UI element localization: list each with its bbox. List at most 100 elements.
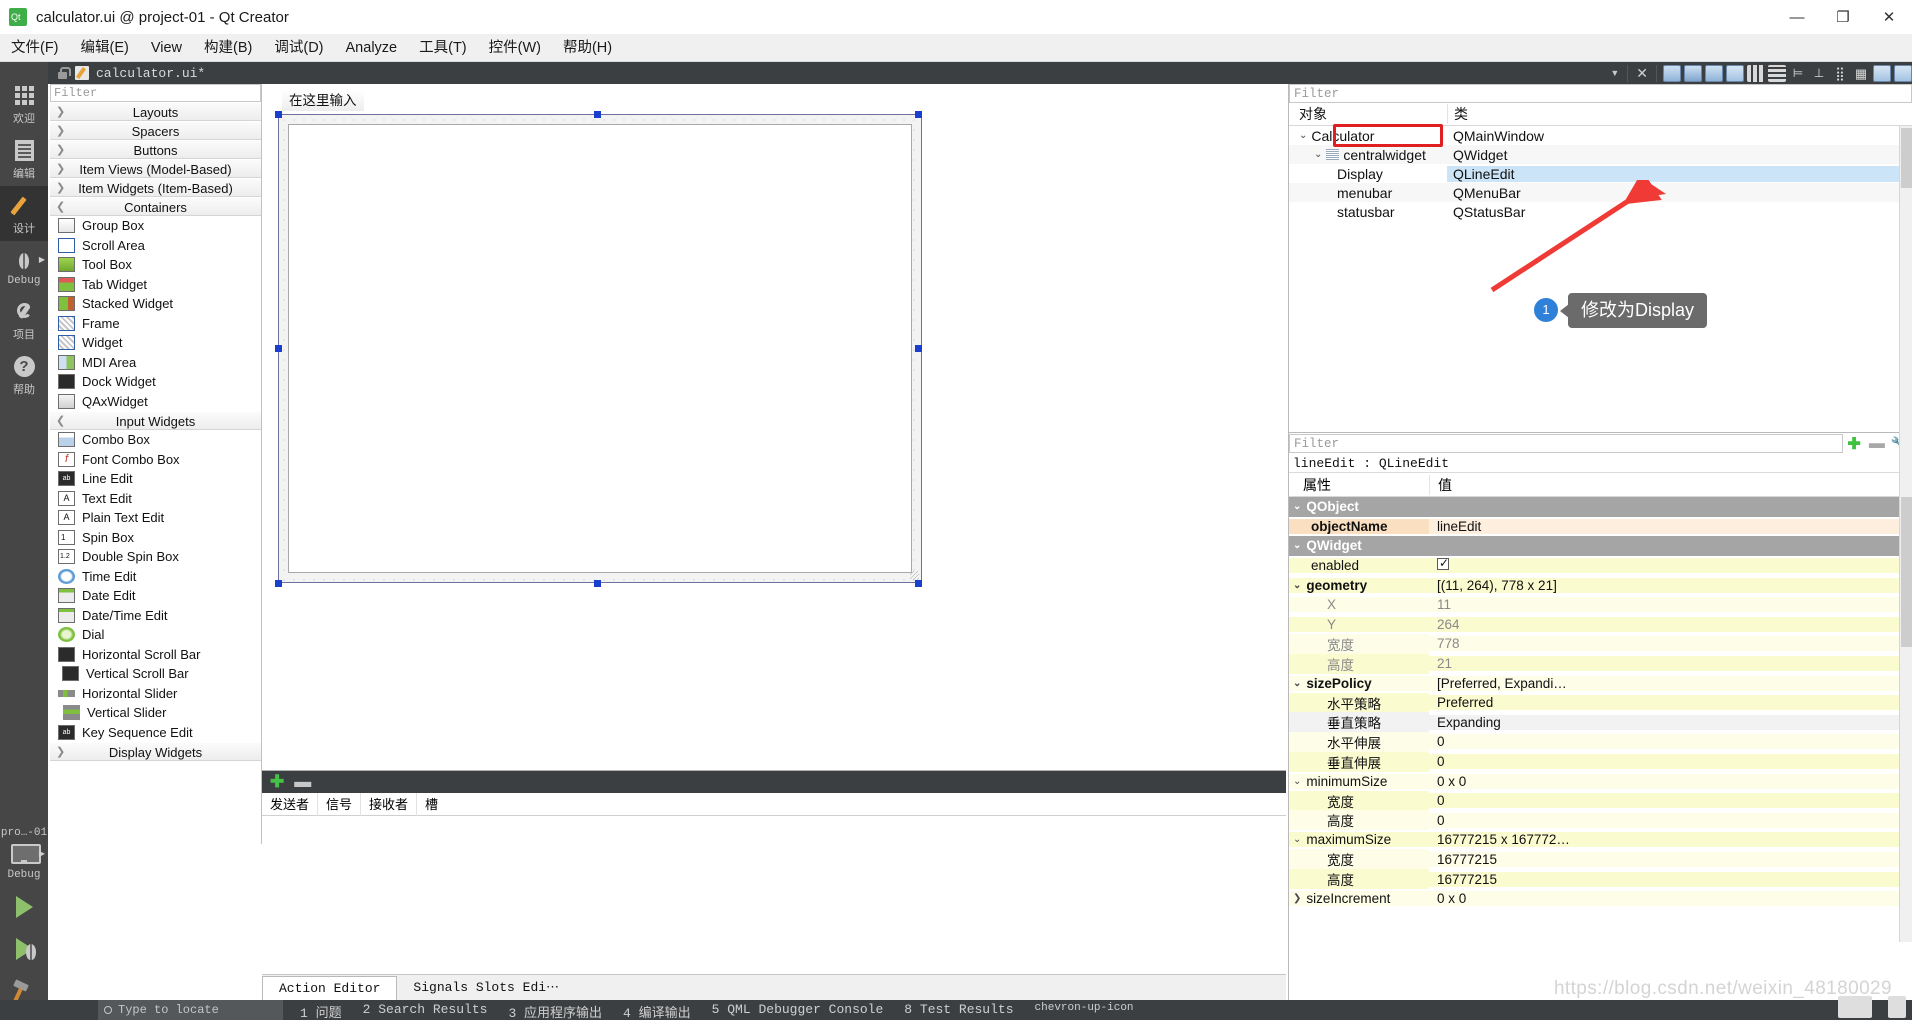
tab-action-editor[interactable]: Action Editor	[262, 976, 398, 1000]
widget-category-input-widgets[interactable]: ❮ Input Widgets	[50, 411, 261, 430]
widget-category-item-widgets[interactable]: ❯ Item Widgets (Item-Based)	[50, 178, 261, 197]
property-row-sizeincrement[interactable]: ❯ sizeIncrement 0 x 0	[1289, 889, 1912, 909]
widget-item-mdi-area[interactable]: MDI Area	[50, 353, 261, 373]
central-widget-area[interactable]	[278, 114, 922, 583]
property-row-minimumsize[interactable]: ⌄ minimumSize 0 x 0	[1289, 771, 1912, 791]
property-editor-scrollbar[interactable]	[1899, 422, 1912, 942]
object-inspector-scrollbar[interactable]	[1899, 126, 1912, 432]
selection-handle-mid-left[interactable]	[275, 345, 282, 352]
property-row-maximumsize[interactable]: ⌄ maximumSize 16777215 x 167772…	[1289, 830, 1912, 850]
plus-icon[interactable]: ✚	[270, 773, 284, 790]
property-row-vertical-policy[interactable]: 垂直策略 Expanding	[1289, 712, 1912, 733]
widget-item-date-edit[interactable]: Date Edit	[50, 586, 261, 606]
object-row-display[interactable]: Display QLineEdit	[1289, 164, 1912, 183]
debug-button[interactable]	[0, 928, 48, 970]
property-filter-input[interactable]: Filter	[1289, 434, 1844, 453]
selection-handle-top-left[interactable]	[275, 111, 282, 118]
chevron-down-icon[interactable]: ⌄	[1314, 149, 1322, 160]
layout-grid-icon[interactable]: ▦	[1852, 65, 1870, 82]
widget-item-key-sequence-edit[interactable]: ab Key Sequence Edit	[50, 723, 261, 743]
property-value[interactable]: 0	[1429, 812, 1912, 828]
central-widget-client[interactable]	[288, 124, 912, 573]
property-value[interactable]: [Preferred, Expandi…	[1429, 675, 1912, 691]
layout-splitter-v-icon[interactable]: ⊥	[1810, 65, 1828, 82]
widget-item-tab-widget[interactable]: Tab Widget	[50, 275, 261, 295]
property-row-objectname[interactable]: objectName lineEdit	[1289, 517, 1912, 537]
plus-icon[interactable]: ✚	[1843, 434, 1864, 454]
property-row-max-width[interactable]: 宽度 16777215	[1289, 849, 1912, 870]
column-signal[interactable]: 信号	[318, 792, 362, 816]
widget-item-frame[interactable]: Frame	[50, 314, 261, 334]
chevron-down-icon[interactable]: ⌄	[1293, 580, 1301, 591]
layout-vertical-icon[interactable]	[1768, 64, 1786, 82]
widget-box-filter-input[interactable]: Filter	[50, 84, 261, 102]
column-class[interactable]: 类	[1447, 104, 1912, 124]
menu-help[interactable]: 帮助(H)	[552, 35, 623, 62]
selection-handle-mid-right[interactable]	[915, 345, 922, 352]
chevron-right-icon[interactable]: ❯	[1293, 893, 1301, 904]
object-inspector-filter-input[interactable]: Filter	[1289, 84, 1912, 103]
widget-category-buttons[interactable]: ❯ Buttons	[50, 140, 261, 159]
column-receiver[interactable]: 接收者	[361, 792, 418, 816]
widget-item-vertical-slider[interactable]: Vertical Slider	[50, 703, 261, 723]
chevron-down-icon[interactable]: ⌄	[1293, 776, 1301, 787]
widget-item-line-edit[interactable]: ab Line Edit	[50, 469, 261, 489]
property-value[interactable]: 21	[1429, 656, 1912, 672]
layout-horizontal-icon[interactable]	[1747, 64, 1765, 82]
widget-category-display-widgets[interactable]: ❯ Display Widgets	[50, 742, 261, 761]
column-object[interactable]: 对象	[1289, 104, 1447, 124]
property-row-enabled[interactable]: enabled	[1289, 556, 1912, 576]
minus-icon[interactable]: ▬	[294, 773, 311, 790]
scrollbar-thumb[interactable]	[1901, 497, 1912, 647]
edit-buddies-icon[interactable]	[1705, 64, 1723, 82]
mode-edit[interactable]: 编辑	[0, 131, 48, 186]
menu-window[interactable]: 控件(W)	[478, 35, 552, 62]
kit-selector[interactable]: Debug ▶	[0, 839, 48, 886]
property-row-y[interactable]: Y 264	[1289, 615, 1912, 635]
property-value[interactable]: 16777215 x 167772…	[1429, 832, 1912, 848]
object-row-centralwidget[interactable]: ⌄ centralwidget QWidget	[1289, 145, 1912, 164]
property-row-max-height[interactable]: 高度 16777215	[1289, 869, 1912, 890]
widget-item-dock-widget[interactable]: Dock Widget	[50, 372, 261, 392]
property-row-min-height[interactable]: 高度 0	[1289, 810, 1912, 831]
mode-help[interactable]: ? 帮助	[0, 347, 48, 402]
property-row-x[interactable]: X 11	[1289, 595, 1912, 615]
output-pane-issues[interactable]: 1 问题	[300, 1002, 342, 1020]
widget-item-combo-box[interactable]: Combo Box	[50, 430, 261, 450]
property-row-height[interactable]: 高度 21	[1289, 653, 1912, 674]
property-row-horizontal-stretch[interactable]: 水平伸展 0	[1289, 731, 1912, 752]
selection-handle-top-right[interactable]	[915, 111, 922, 118]
mode-projects[interactable]: 项目	[0, 292, 48, 347]
output-pane-app-output[interactable]: 3 应用程序输出	[508, 1002, 602, 1020]
widget-item-spin-box[interactable]: 1 Spin Box	[50, 528, 261, 548]
widget-item-vertical-scroll-bar[interactable]: Vertical Scroll Bar	[50, 664, 261, 684]
property-group-qobject[interactable]: ⌄ QObject	[1289, 497, 1912, 517]
layout-splitter-h-icon[interactable]: ⊨	[1789, 65, 1807, 82]
property-value[interactable]: 0	[1429, 734, 1912, 750]
property-value[interactable]: 11	[1429, 597, 1912, 613]
property-value[interactable]: 0 x 0	[1429, 891, 1912, 907]
property-row-sizepolicy[interactable]: ⌄ sizePolicy [Preferred, Expandi…	[1289, 673, 1912, 693]
object-row-statusbar[interactable]: statusbar QStatusBar	[1289, 202, 1912, 221]
property-value[interactable]: Preferred	[1429, 695, 1912, 711]
mode-welcome[interactable]: 欢迎	[0, 76, 48, 131]
selection-handle-bot-right[interactable]	[915, 580, 922, 587]
output-pane-test-results[interactable]: 8 Test Results	[904, 1002, 1013, 1020]
layout-form-icon[interactable]: ⣿	[1831, 65, 1849, 82]
mode-debug[interactable]: Debug ▶	[0, 241, 48, 292]
property-value[interactable]: [(11, 264), 778 x 21]	[1429, 577, 1912, 593]
property-row-min-width[interactable]: 宽度 0	[1289, 790, 1912, 811]
adjust-size-icon[interactable]	[1894, 64, 1912, 82]
enabled-checkbox[interactable]	[1437, 556, 1449, 571]
menu-file[interactable]: 文件(F)	[0, 35, 70, 62]
menu-build[interactable]: 构建(B)	[193, 35, 263, 62]
property-row-geometry[interactable]: ⌄ geometry [(11, 264), 778 x 21]	[1289, 575, 1912, 595]
column-value[interactable]: 值	[1429, 474, 1912, 495]
menu-analyze[interactable]: Analyze	[335, 35, 409, 62]
menu-view[interactable]: View	[140, 35, 193, 62]
mode-design[interactable]: 设计	[0, 186, 48, 241]
widget-item-plain-text-edit[interactable]: A Plain Text Edit	[50, 508, 261, 528]
chevron-down-icon[interactable]: ⌄	[1293, 678, 1301, 689]
widget-item-dial[interactable]: Dial	[50, 625, 261, 645]
widget-category-spacers[interactable]: ❯ Spacers	[50, 121, 261, 140]
